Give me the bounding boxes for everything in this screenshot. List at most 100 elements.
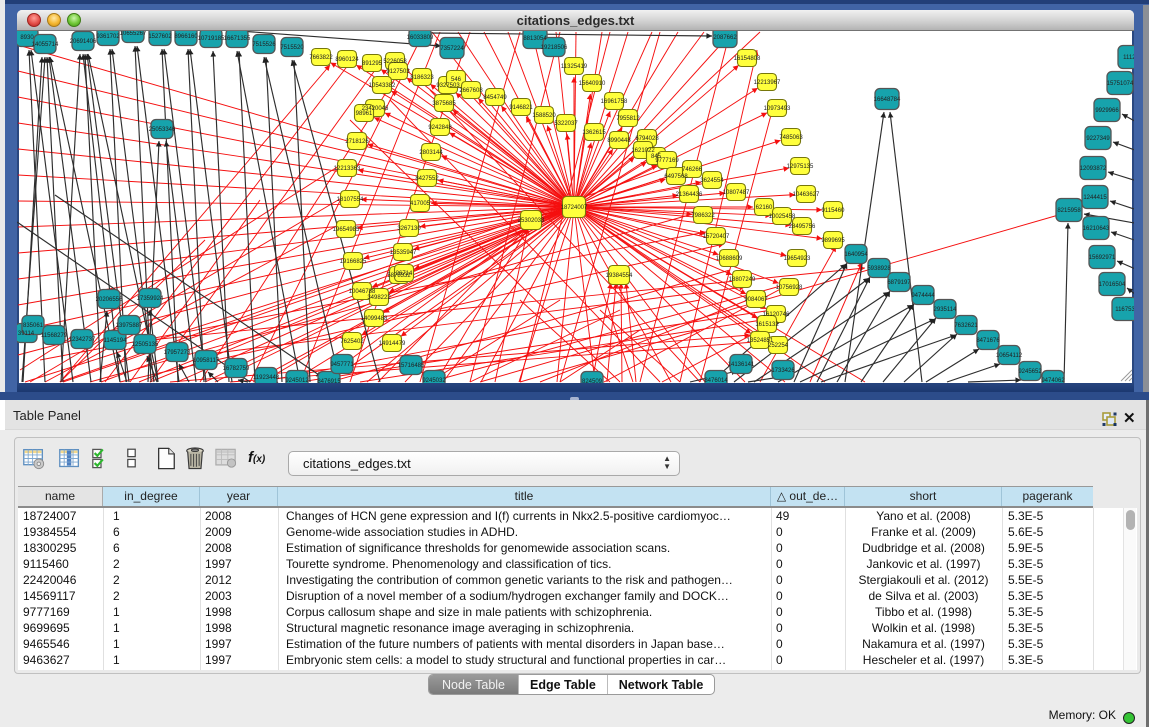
svg-text:7515526: 7515526 bbox=[252, 42, 276, 48]
svg-text:12975135: 12975135 bbox=[787, 164, 814, 170]
svg-text:546: 546 bbox=[451, 77, 462, 83]
svg-text:2667608: 2667608 bbox=[459, 88, 483, 94]
svg-text:16782759: 16782759 bbox=[223, 366, 250, 372]
svg-text:8930: 8930 bbox=[20, 35, 34, 41]
svg-text:12093872: 12093872 bbox=[1080, 166, 1107, 172]
svg-text:7663822: 7663822 bbox=[309, 55, 333, 61]
svg-text:8471676: 8471676 bbox=[976, 338, 1000, 344]
svg-text:9227349: 9227349 bbox=[1086, 136, 1110, 142]
svg-text:26714: 26714 bbox=[396, 271, 413, 277]
svg-text:9361702: 9361702 bbox=[96, 34, 120, 40]
svg-text:14099488: 14099488 bbox=[361, 316, 388, 322]
svg-text:19654985: 19654985 bbox=[333, 227, 360, 233]
svg-text:25302033: 25302033 bbox=[518, 218, 545, 224]
svg-text:746266: 746266 bbox=[682, 167, 703, 173]
svg-text:5226058: 5226058 bbox=[383, 59, 407, 65]
svg-text:16210643: 16210643 bbox=[1083, 226, 1110, 232]
svg-text:8454749: 8454749 bbox=[483, 95, 507, 101]
svg-text:10688609: 10688609 bbox=[716, 256, 743, 262]
svg-text:11124: 11124 bbox=[1123, 55, 1134, 61]
svg-text:3875685: 3875685 bbox=[432, 101, 456, 107]
svg-text:7357224: 7357224 bbox=[440, 46, 464, 52]
svg-text:9929966: 9929966 bbox=[1095, 108, 1119, 114]
svg-text:17016504: 17016504 bbox=[1099, 282, 1126, 288]
svg-text:417005: 417005 bbox=[410, 201, 431, 207]
svg-text:15751074: 15751074 bbox=[1107, 81, 1134, 87]
svg-text:20691406: 20691406 bbox=[70, 39, 97, 45]
svg-text:116753: 116753 bbox=[1115, 307, 1134, 313]
svg-text:25053346: 25053346 bbox=[149, 127, 176, 133]
svg-text:891295: 891295 bbox=[362, 61, 383, 67]
svg-text:18807249: 18807249 bbox=[729, 277, 756, 283]
svg-text:12342737: 12342737 bbox=[69, 337, 96, 343]
svg-text:20206556: 20206556 bbox=[96, 297, 123, 303]
svg-text:10655267: 10655267 bbox=[120, 31, 147, 37]
svg-text:12213363: 12213363 bbox=[334, 166, 361, 172]
svg-text:1588520: 1588520 bbox=[532, 113, 556, 119]
svg-text:7955812: 7955812 bbox=[616, 116, 640, 122]
svg-text:9146821: 9146821 bbox=[509, 105, 533, 111]
svg-text:11325419: 11325419 bbox=[561, 64, 588, 70]
svg-text:16961758: 16961758 bbox=[601, 99, 628, 105]
svg-text:15692971: 15692971 bbox=[1089, 255, 1116, 261]
svg-text:18107554: 18107554 bbox=[337, 197, 364, 203]
svg-text:12213967: 12213967 bbox=[754, 80, 781, 86]
svg-text:9457771: 9457771 bbox=[330, 362, 354, 368]
svg-text:7625402: 7625402 bbox=[340, 339, 364, 345]
svg-text:3624554: 3624554 bbox=[700, 178, 724, 184]
svg-text:17359924: 17359924 bbox=[137, 296, 164, 302]
svg-text:2935114: 2935114 bbox=[934, 307, 958, 313]
svg-text:6879197: 6879197 bbox=[887, 280, 911, 286]
svg-text:1640954: 1640954 bbox=[844, 252, 868, 258]
svg-text:15720407: 15720407 bbox=[703, 234, 730, 240]
svg-text:14055714: 14055714 bbox=[32, 42, 59, 48]
svg-text:16648784: 16648784 bbox=[874, 97, 901, 103]
svg-text:19166825: 19166825 bbox=[340, 259, 367, 265]
svg-text:10807487: 10807487 bbox=[723, 190, 750, 196]
svg-text:9899695: 9899695 bbox=[821, 238, 845, 244]
svg-text:10654112: 10654112 bbox=[996, 353, 1023, 359]
svg-text:9245652: 9245652 bbox=[1018, 369, 1042, 375]
svg-text:16154808: 16154808 bbox=[734, 56, 761, 62]
svg-text:15640910: 15640910 bbox=[579, 81, 606, 87]
svg-text:8990448: 8990448 bbox=[607, 138, 631, 144]
svg-text:6497568: 6497568 bbox=[664, 174, 688, 180]
svg-text:8960124: 8960124 bbox=[335, 57, 359, 63]
svg-text:9242848: 9242848 bbox=[428, 125, 452, 131]
svg-text:8186323: 8186323 bbox=[410, 75, 434, 81]
svg-text:12505135: 12505135 bbox=[132, 342, 159, 348]
svg-text:3498222: 3498222 bbox=[367, 295, 391, 301]
svg-text:16120746: 16120746 bbox=[763, 312, 790, 318]
svg-text:9474444: 9474444 bbox=[911, 293, 935, 299]
svg-text:835061: 835061 bbox=[23, 323, 44, 329]
svg-text:7632621: 7632621 bbox=[954, 323, 978, 329]
svg-text:10973493: 10973493 bbox=[764, 106, 791, 112]
svg-text:6794028: 6794028 bbox=[635, 136, 659, 142]
svg-text:16671355: 16671355 bbox=[224, 36, 251, 42]
svg-text:14136141: 14136141 bbox=[728, 362, 755, 368]
svg-text:5938928: 5938928 bbox=[867, 266, 891, 272]
svg-text:1615132: 1615132 bbox=[755, 322, 779, 328]
svg-text:8215958: 8215958 bbox=[1057, 208, 1081, 214]
svg-text:10543382: 10543382 bbox=[369, 83, 396, 89]
svg-text:8813054: 8813054 bbox=[523, 36, 547, 42]
svg-text:8427552: 8427552 bbox=[415, 176, 439, 182]
svg-text:9777169: 9777169 bbox=[655, 158, 679, 164]
svg-text:98961: 98961 bbox=[356, 111, 373, 117]
svg-text:2803144: 2803144 bbox=[419, 150, 443, 156]
svg-text:16033809: 16033809 bbox=[407, 35, 434, 41]
svg-text:19218506: 19218506 bbox=[541, 45, 568, 51]
svg-text:21364436: 21364436 bbox=[676, 192, 703, 198]
svg-text:1733426: 1733426 bbox=[771, 368, 795, 374]
svg-text:2718126: 2718126 bbox=[345, 139, 369, 145]
svg-text:10756928: 10756928 bbox=[776, 285, 803, 291]
svg-text:7485063: 7485063 bbox=[779, 135, 803, 141]
svg-text:2087662: 2087662 bbox=[713, 35, 737, 41]
svg-text:5322037: 5322037 bbox=[554, 121, 578, 127]
svg-text:9327503: 9327503 bbox=[436, 83, 460, 89]
svg-text:8966160: 8966160 bbox=[174, 34, 198, 40]
svg-text:9115460: 9115460 bbox=[822, 208, 846, 214]
svg-text:13535947: 13535947 bbox=[390, 250, 417, 256]
svg-text:10025458: 10025458 bbox=[769, 214, 796, 220]
svg-text:9127503: 9127503 bbox=[386, 69, 410, 75]
